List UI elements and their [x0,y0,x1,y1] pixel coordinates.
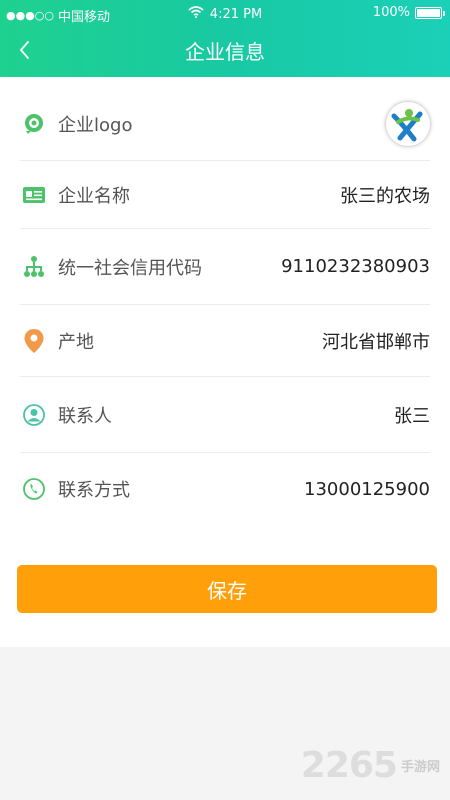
save-button[interactable]: 保存 [17,565,437,613]
row-company-name[interactable]: 企业名称 张三的农场 [20,161,430,229]
contact-phone-label: 联系方式 [58,480,130,501]
credit-code-label: 统一社会信用代码 [58,257,202,279]
origin-label: 产地 [58,331,94,353]
contact-phone-value: 13000125900 [304,478,430,500]
row-company-logo[interactable]: 企业logo [20,87,430,161]
company-logo-label: 企业logo [58,114,133,136]
header: ●●●○○ 中国移动 4:21 PM 100% 企业信息 [0,0,450,77]
row-contact-person[interactable]: 联系人 张三 [20,377,430,453]
company-name-label: 企业名称 [58,185,130,207]
watermark-number: 2265 [300,745,398,786]
location-pin-green-icon [20,110,48,138]
nav-bar: 企业信息 [0,28,450,72]
status-bar: ●●●○○ 中国移动 4:21 PM 100% [0,0,450,28]
status-time: 4:21 PM [209,6,263,22]
battery-icon [415,6,445,19]
wifi-icon [188,6,204,22]
battery-percent: 100% [372,5,410,20]
phone-icon [20,475,48,503]
company-name-value: 张三的农场 [340,185,430,207]
location-pin-orange-icon [20,327,48,355]
watermark-text: 手游网 [400,760,440,775]
company-logo-avatar[interactable] [386,101,430,146]
credit-code-value: 9110232380903 [281,256,430,277]
row-origin[interactable]: 产地 河北省邯郸市 [20,305,430,377]
row-credit-code[interactable]: 统一社会信用代码 9110232380903 [20,229,430,305]
watermark: 2265 手游网 [301,745,440,786]
org-tree-icon [20,253,48,281]
contact-person-value: 张三 [394,405,430,427]
page-title: 企业信息 [185,40,265,64]
id-card-icon [20,181,48,209]
row-contact-phone[interactable]: 联系方式 13000125900 [20,453,430,525]
contact-person-label: 联系人 [58,405,112,427]
person-icon [20,401,48,429]
company-info-card: 企业logo 企业名称 张三的农场 统一社会信用代码 9110232380903… [0,77,450,647]
logo-figure-icon [391,106,425,141]
origin-value: 河北省邯郸市 [322,331,430,353]
